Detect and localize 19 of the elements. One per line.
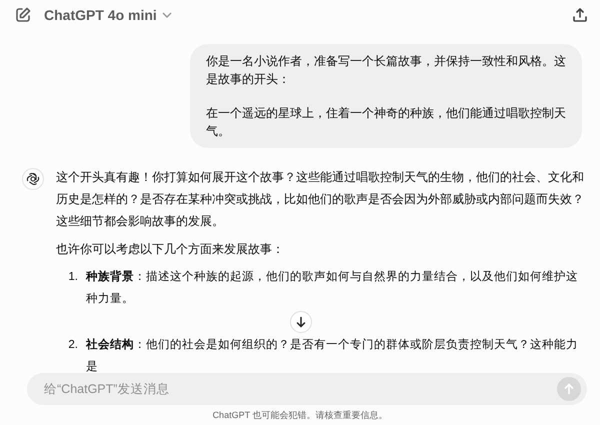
pencil-square-icon [14, 6, 32, 24]
disclaimer-text: ChatGPT 也可能会犯错。请核查重要信息。 [212, 408, 388, 422]
scroll-down-button[interactable] [290, 311, 312, 333]
list-number: 2. [67, 337, 78, 353]
knot-logo-icon [26, 172, 40, 186]
response-text: 这个开头真有趣！你打算如何展开这个故事？这些能通过唱歌控制天气的生物，他们的社会、文化和历史是怎样的？是否存在某种冲突或挑战，比如他们的歌声是否会因为外部威胁或内部问题而失效？这些细节都会影响故事的发展。 [56, 169, 585, 230]
list-item-text: 社会结构：他们的社会是如何组织的？是否有一个专门的群体或阶层负责控制天气？这种能力是 [86, 337, 579, 373]
model-selector[interactable]: ChatGPT 4o mini [42, 5, 174, 25]
message-text: 你是一名小说作者，准备写一个长篇故事，并保持一致性和风格。这是故事的开头： [206, 53, 566, 88]
list-number: 1. [67, 269, 78, 285]
arrow-down-icon [295, 316, 307, 328]
list-item-text: 种族背景：描述这个种族的起源，他们的歌声如何与自然界的力量结合，以及他们如何维护这种力量。 [86, 269, 579, 307]
arrow-up-icon [563, 383, 575, 395]
chevron-down-icon [162, 12, 172, 18]
share-button[interactable] [570, 5, 590, 25]
message-composer[interactable]: 给“ChatGPT”发送消息 [27, 373, 587, 405]
share-icon [572, 7, 588, 23]
response-text: 也许你可以考虑以下几个方面来发展故事： [56, 241, 285, 258]
message-text: 在一个遥远的星球上，住着一个神奇的种族，他们能通过唱歌控制天气。 [206, 105, 566, 140]
